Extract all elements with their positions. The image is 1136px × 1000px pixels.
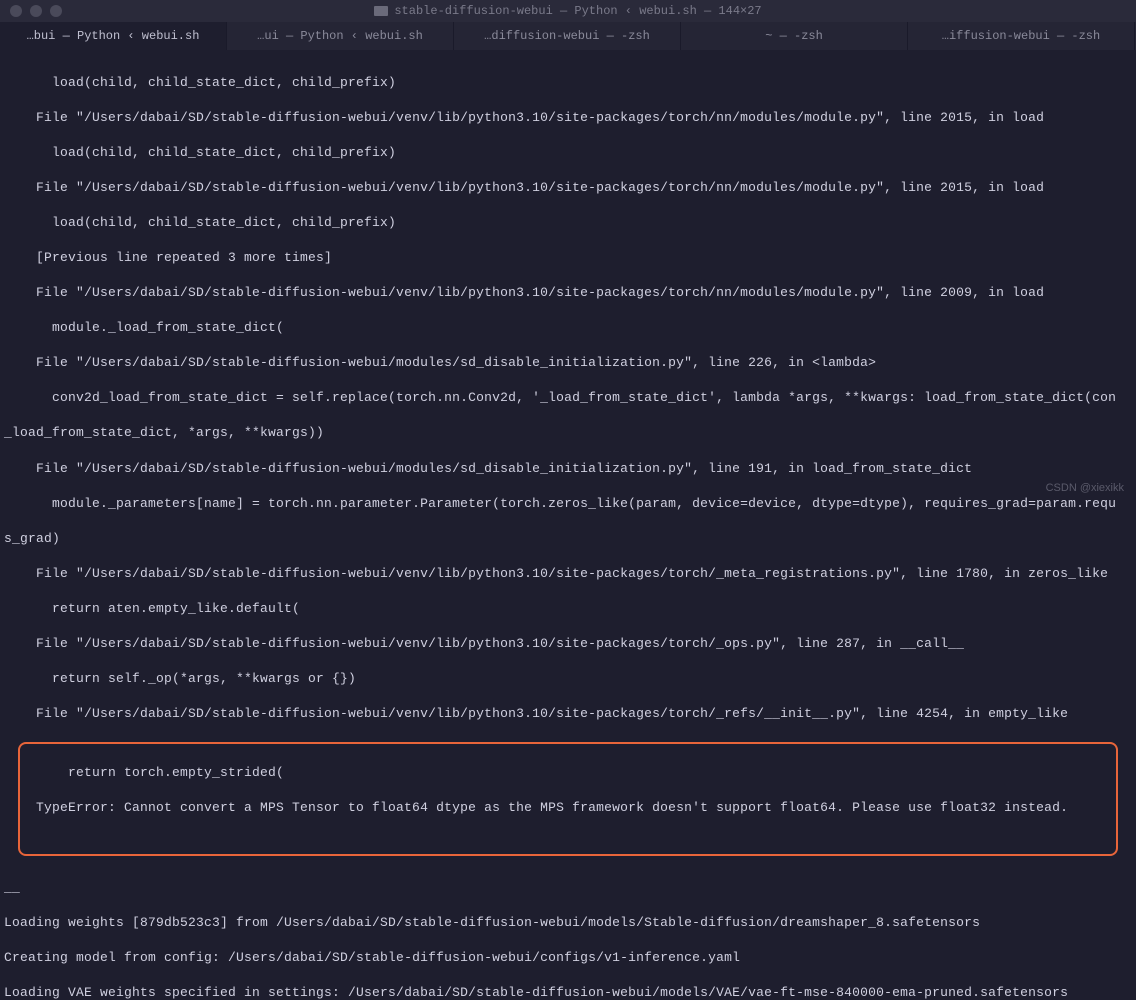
terminal-line: File "/Users/dabai/SD/stable-diffusion-w… — [4, 354, 1132, 372]
terminal-line: s_grad) — [4, 530, 1132, 548]
error-message: TypeError: Cannot convert a MPS Tensor t… — [20, 799, 1108, 817]
terminal-line: Loading weights [879db523c3] from /Users… — [4, 914, 1132, 932]
terminal-line: _load_from_state_dict, *args, **kwargs)) — [4, 424, 1132, 442]
folder-icon — [374, 6, 388, 16]
traffic-lights — [10, 5, 62, 17]
tab-0[interactable]: …bui — Python ‹ webui.sh — [0, 22, 227, 50]
terminal-line: File "/Users/dabai/SD/stable-diffusion-w… — [4, 460, 1132, 478]
terminal-line: __ — [4, 879, 1132, 897]
titlebar: stable-diffusion-webui — Python ‹ webui.… — [0, 0, 1136, 22]
tab-3[interactable]: ~ — -zsh — [681, 22, 908, 50]
watermark: CSDN @xiexikk — [1046, 482, 1124, 494]
terminal-line: return self._op(*args, **kwargs or {}) — [4, 670, 1132, 688]
terminal-line: File "/Users/dabai/SD/stable-diffusion-w… — [4, 284, 1132, 302]
minimize-icon[interactable] — [30, 5, 42, 17]
terminal-line: conv2d_load_from_state_dict = self.repla… — [4, 389, 1132, 407]
maximize-icon[interactable] — [50, 5, 62, 17]
terminal-line: [Previous line repeated 3 more times] — [4, 249, 1132, 267]
tab-4[interactable]: …iffusion-webui — -zsh — [908, 22, 1135, 50]
terminal-line: return torch.empty_strided( — [20, 764, 1108, 782]
window-title-text: stable-diffusion-webui — Python ‹ webui.… — [394, 4, 761, 18]
terminal-line: File "/Users/dabai/SD/stable-diffusion-w… — [4, 565, 1132, 583]
tabs-bar: …bui — Python ‹ webui.sh …ui — Python ‹ … — [0, 22, 1136, 50]
terminal-line: module._parameters[name] = torch.nn.para… — [4, 495, 1132, 513]
terminal-line: return aten.empty_like.default( — [4, 600, 1132, 618]
terminal-line: Loading VAE weights specified in setting… — [4, 984, 1132, 1000]
terminal-line: load(child, child_state_dict, child_pref… — [4, 74, 1132, 92]
window-title: stable-diffusion-webui — Python ‹ webui.… — [8, 4, 1128, 18]
terminal-output[interactable]: load(child, child_state_dict, child_pref… — [0, 50, 1136, 1000]
terminal-line: load(child, child_state_dict, child_pref… — [4, 144, 1132, 162]
tab-2[interactable]: …diffusion-webui — -zsh — [454, 22, 681, 50]
terminal-line: File "/Users/dabai/SD/stable-diffusion-w… — [4, 109, 1132, 127]
terminal-line: File "/Users/dabai/SD/stable-diffusion-w… — [4, 635, 1132, 653]
terminal-line: Creating model from config: /Users/dabai… — [4, 949, 1132, 967]
terminal-line: load(child, child_state_dict, child_pref… — [4, 214, 1132, 232]
terminal-line: module._load_from_state_dict( — [4, 319, 1132, 337]
terminal-line: File "/Users/dabai/SD/stable-diffusion-w… — [4, 705, 1132, 723]
terminal-line: File "/Users/dabai/SD/stable-diffusion-w… — [4, 179, 1132, 197]
close-icon[interactable] — [10, 5, 22, 17]
tab-1[interactable]: …ui — Python ‹ webui.sh — [227, 22, 454, 50]
error-highlight: return torch.empty_strided( TypeError: C… — [18, 742, 1118, 855]
